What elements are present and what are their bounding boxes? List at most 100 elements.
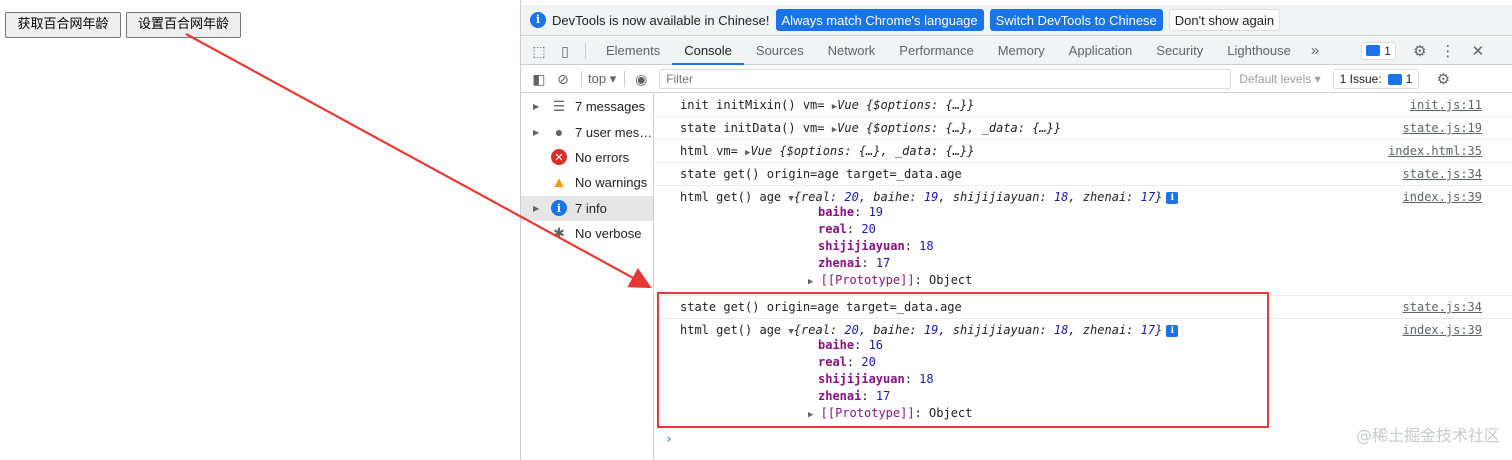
log-text: html vm= [680,144,746,158]
log-entry-expanded: html get() age ▼{real: 20, baihe: 19, sh… [655,319,1512,428]
more-tabs-icon[interactable]: » [1303,42,1327,59]
sidebar-item-label: No warnings [575,175,648,191]
messages-badge[interactable]: 1 [1361,41,1396,60]
summary-value: 20 [844,323,859,337]
tab-lighthouse[interactable]: Lighthouse [1215,37,1303,65]
info-icon[interactable]: i [1166,192,1179,204]
log-entry: state get() origin=age target=_data.age s… [655,296,1512,319]
expand-arrow-icon[interactable]: ▶ [808,410,813,420]
object-property: real: 20 [818,222,876,236]
log-object-summary[interactable]: {real: 20, baihe: 19, shijijiayuan: 18, … [794,323,1163,337]
tab-elements[interactable]: Elements [594,37,672,65]
source-link[interactable]: state.js:34 [1403,167,1482,181]
source-link[interactable]: state.js:19 [1403,121,1482,135]
issues-label: 1 Issue: [1339,72,1382,86]
language-infobar: i DevTools is now available in Chinese! … [521,5,1512,36]
context-selector[interactable]: top ▾ [588,71,616,87]
sidebar-item-verbose[interactable]: ✱ No verbose [521,221,653,246]
prototype-property[interactable]: ▶ [[Prototype]]: Object [680,272,1512,291]
context-value: top [588,71,607,86]
expand-arrow-icon[interactable]: ▶ [533,204,543,213]
log-levels-value: Default levels [1239,72,1312,86]
object-property: shijijiayuan: 18 [818,239,934,253]
list-icon: ☰ [552,98,566,115]
issues-button[interactable]: 1 Issue: 1 [1332,69,1420,89]
device-toolbar-icon[interactable]: ▯ [557,43,573,59]
sidebar-item-errors[interactable]: ✕ No errors [521,145,653,170]
log-object[interactable]: Vue {$options: {…}} [837,98,974,112]
summary-value: 19 [923,190,939,204]
sidebar-item-user-messages[interactable]: ▶ ● 7 user mes… [521,119,653,144]
divider [581,71,582,87]
gear-icon[interactable]: ⚙ [1410,42,1430,60]
devtools-panel: i DevTools is now available in Chinese! … [520,0,1512,460]
tab-memory[interactable]: Memory [986,37,1057,65]
log-object[interactable]: Vue {$options: {…}, _data: {…}} [750,144,974,158]
tab-application[interactable]: Application [1057,37,1145,65]
messages-count: 1 [1384,43,1391,58]
always-match-language-button[interactable]: Always match Chrome's language [775,9,984,31]
inspect-element-icon[interactable]: ⬚ [531,43,547,59]
console-output: init initMixin() vm= ▶ Vue {$options: {…}… [655,94,1512,460]
tab-performance[interactable]: Performance [887,37,985,65]
source-link[interactable]: index.js:39 [1403,190,1482,204]
expand-arrow-icon[interactable]: ▶ [533,128,543,137]
log-text: html get() age [680,190,789,204]
source-link[interactable]: index.html:35 [1388,144,1482,158]
summary-value: 17 [1140,323,1156,337]
log-entry-expanded: html get() age ▼{real: 20, baihe: 19, sh… [655,186,1512,296]
log-entry: init initMixin() vm= ▶Vue {$options: {…}… [655,94,1512,117]
info-icon: i [551,200,567,217]
sidebar-item-info[interactable]: ▶ i 7 info [521,195,653,221]
console-sidebar: ▶ ☰ 7 messages ▶ ● 7 user mes… ✕ No erro… [521,94,654,460]
tab-sources[interactable]: Sources [744,37,816,65]
summary-value: 18 [1053,323,1069,337]
issues-count: 1 [1405,72,1413,86]
sidebar-toggle-icon[interactable]: ◧ [531,71,547,87]
get-age-button[interactable]: 获取百合网年龄 [5,12,121,38]
kebab-menu-icon[interactable]: ⋮ [1438,42,1458,60]
filter-input[interactable] [659,69,1232,89]
info-icon: i [530,12,546,28]
object-property: shijijiayuan: 18 [818,372,934,386]
devtools-tabbar: ⬚ ▯ Elements Console Sources Network Per… [521,37,1512,65]
sidebar-item-label: No errors [575,149,630,165]
source-link[interactable]: index.js:39 [1403,323,1482,337]
sidebar-item-label: 7 info [575,200,607,216]
close-icon[interactable]: ✕ [1468,42,1488,60]
set-age-button[interactable]: 设置百合网年龄 [126,12,241,38]
eye-icon[interactable]: ◉ [633,71,649,87]
log-text: state get() origin=age target=_data.age [680,300,962,314]
object-property: zhenai: 17 [818,256,891,270]
sidebar-item-warnings[interactable]: ▲ No warnings [521,170,653,195]
object-property: baihe: 19 [818,205,884,219]
console-toolbar: ◧ ⊘ top ▾ ◉ Default levels ▾ 1 Issue: 1 … [521,66,1512,93]
infobar-message: DevTools is now available in Chinese! [552,12,770,28]
dont-show-again-button[interactable]: Don't show again [1168,9,1281,31]
log-object-summary[interactable]: {real: 20, baihe: 19, shijijiayuan: 18, … [794,190,1163,204]
sidebar-item-messages[interactable]: ▶ ☰ 7 messages [521,94,653,119]
clear-console-icon[interactable]: ⊘ [555,71,571,87]
console-settings-gear-icon[interactable]: ⚙ [1433,70,1453,88]
info-icon[interactable]: i [1166,325,1179,337]
switch-to-chinese-button[interactable]: Switch DevTools to Chinese [989,9,1163,31]
summary-value: 17 [1140,190,1156,204]
expand-arrow-icon[interactable]: ▶ [533,102,543,111]
watermark: @稀土掘金技术社区 [1355,426,1500,445]
tab-console[interactable]: Console [672,37,744,65]
tab-security[interactable]: Security [1144,37,1215,65]
tab-network[interactable]: Network [816,37,888,65]
log-object[interactable]: Vue {$options: {…}, _data: {…}} [837,121,1061,135]
log-text: html get() age [680,323,789,337]
sidebar-item-label: 7 messages [575,99,646,115]
message-icon [1387,73,1402,85]
log-entry: state initData() vm= ▶Vue {$options: {…}… [655,117,1512,140]
source-link[interactable]: init.js:11 [1410,98,1482,112]
expand-arrow-icon[interactable]: ▶ [808,277,813,287]
divider [585,42,586,59]
divider [624,71,626,87]
source-link[interactable]: state.js:34 [1403,300,1482,314]
log-levels-dropdown[interactable]: Default levels ▾ [1239,72,1320,86]
sidebar-item-label: 7 user mes… [575,124,653,140]
user-icon: ● [554,124,564,141]
